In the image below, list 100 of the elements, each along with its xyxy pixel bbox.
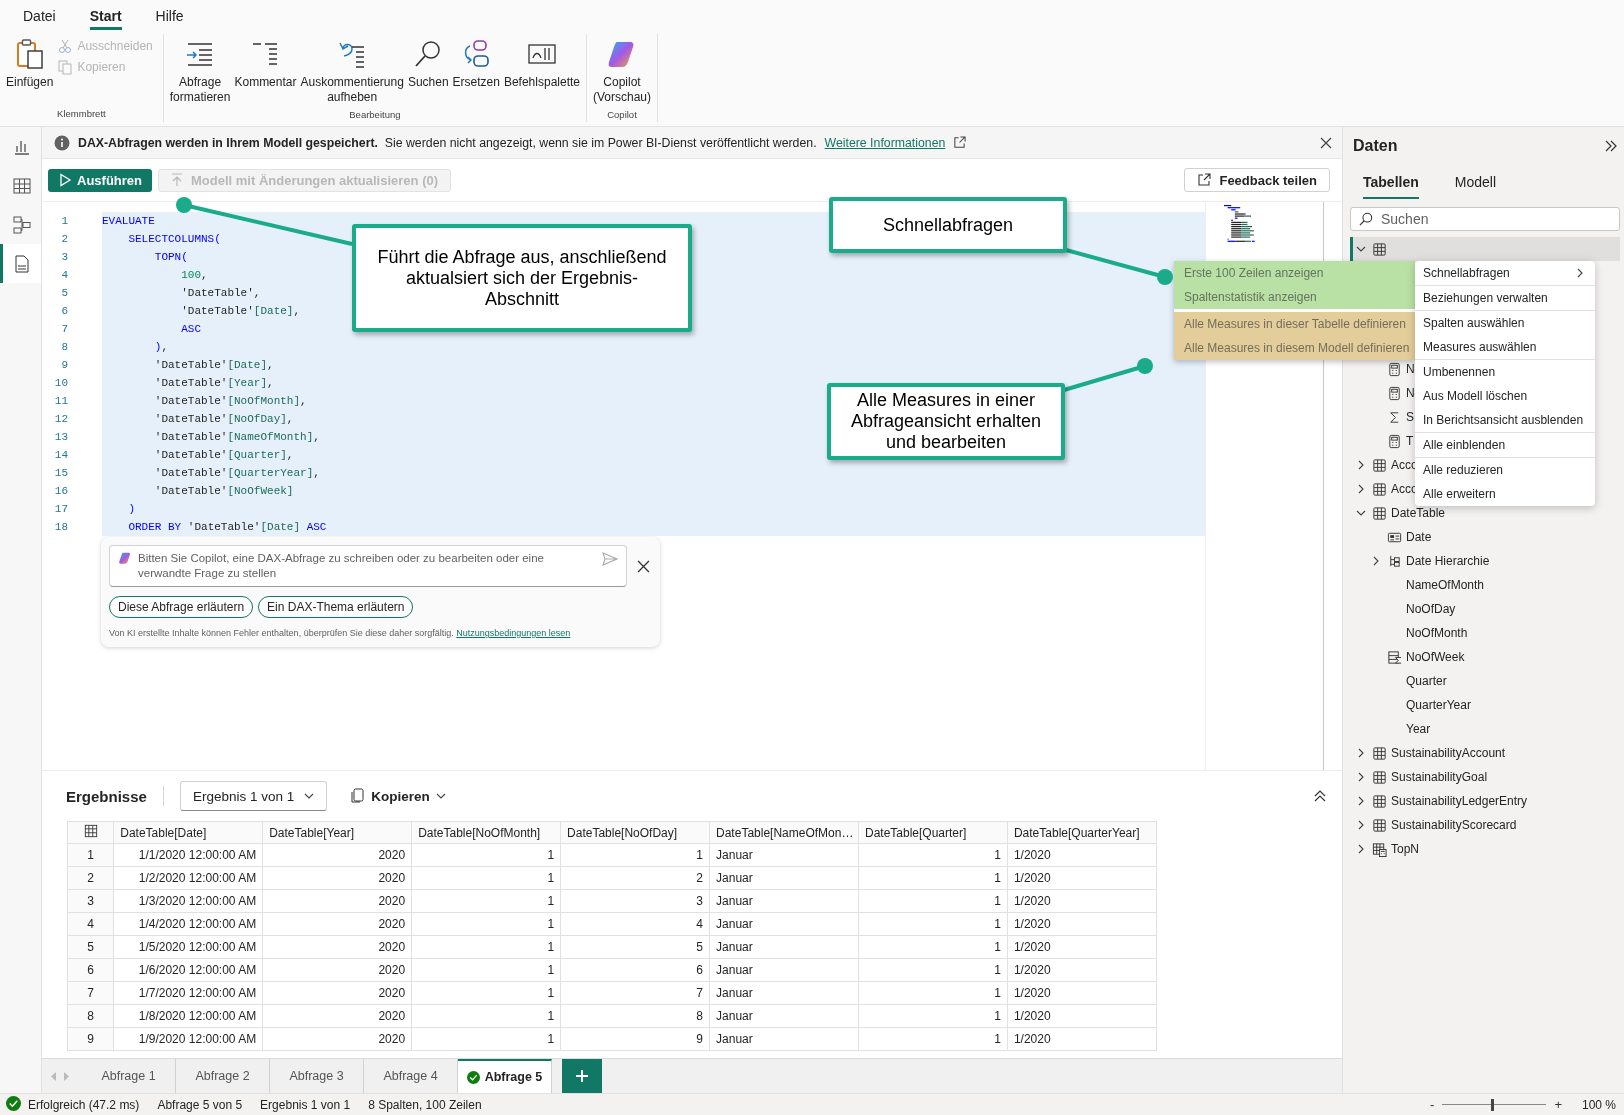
line-number: 14 <box>53 448 69 463</box>
row-number: 3 <box>67 889 114 913</box>
row-number: 2 <box>67 866 114 890</box>
status-text: Ergebnis 1 von 1 <box>260 1097 351 1112</box>
table-cell: 2020 <box>262 912 412 936</box>
table-cell: 1 <box>858 1004 1008 1028</box>
table-cell: 1/2/2020 12:00:00 AM <box>113 866 263 890</box>
table-cell: 1/5/2020 12:00:00 AM <box>113 935 263 959</box>
table-cell: 2020 <box>262 1027 412 1051</box>
line-number: 2 <box>60 232 69 247</box>
line-number: 5 <box>60 286 69 301</box>
line-number: 12 <box>53 412 69 427</box>
table-cell: 1/7/2020 12:00:00 AM <box>113 981 263 1005</box>
row-number: 7 <box>67 981 114 1005</box>
table-cell: 6 <box>560 958 710 982</box>
table-cell: 4 <box>560 912 710 936</box>
line-number: 18 <box>53 520 69 535</box>
table-cell: 1 <box>858 843 1008 867</box>
table-cell: 1 <box>858 866 1008 890</box>
status-text: 8 Spalten, 100 Zeilen <box>368 1097 482 1112</box>
line-number: 11 <box>53 394 69 409</box>
table-cell: Januar <box>709 912 859 936</box>
table-cell: 1 <box>411 912 561 936</box>
table-cell: 1 <box>858 958 1008 982</box>
table-cell: Januar <box>709 866 859 890</box>
line-number: 13 <box>53 430 69 445</box>
row-number: 1 <box>67 843 114 867</box>
table-cell: Januar <box>709 958 859 982</box>
table-cell: 1 <box>411 889 561 913</box>
table-cell: 3 <box>560 889 710 913</box>
row-number: 8 <box>67 1004 114 1028</box>
table-cell: 1 <box>560 843 710 867</box>
table-cell: 1 <box>411 935 561 959</box>
table-cell: Januar <box>709 935 859 959</box>
zoom-reading: 100 % <box>1581 1097 1616 1112</box>
row-number: 6 <box>67 958 114 982</box>
table-cell: 2020 <box>262 958 412 982</box>
line-number: 16 <box>53 484 69 499</box>
table-cell: Januar <box>709 889 859 913</box>
group-label: Klemmbrett <box>56 108 107 121</box>
row-number: 5 <box>67 935 114 959</box>
table-cell: 2 <box>560 866 710 890</box>
table-cell: 8 <box>560 1004 710 1028</box>
disclaimer-text: Von KI erstellte Inhalte können Fehler enthalten, überprüfen Sie diese daher sorgfältig. <box>109 628 455 638</box>
table-cell: 1/2020 <box>1007 912 1157 936</box>
table-cell: 1/2020 <box>1007 889 1157 913</box>
table-cell: 2020 <box>262 889 412 913</box>
line-number: 9 <box>60 358 69 373</box>
line-number: 3 <box>60 250 69 265</box>
line-number: 17 <box>53 502 69 517</box>
table-cell: Januar <box>709 1027 859 1051</box>
table-cell: 2020 <box>262 843 412 867</box>
group-label: Copilot <box>606 109 638 122</box>
table-cell: 1 <box>858 935 1008 959</box>
table-cell: 5 <box>560 935 710 959</box>
table-cell: 1 <box>411 981 561 1005</box>
table-cell: 1 <box>858 1027 1008 1051</box>
table-cell: 1 <box>411 958 561 982</box>
table-cell: 1/4/2020 12:00:00 AM <box>113 912 263 936</box>
table-cell: 2020 <box>262 1004 412 1028</box>
table-cell: Januar <box>709 981 859 1005</box>
line-number: 4 <box>60 268 69 283</box>
panel-title: Daten <box>1353 137 1398 155</box>
table-cell: Januar <box>709 843 859 867</box>
table-cell: 1/2020 <box>1007 866 1157 890</box>
table-cell: 1/2020 <box>1007 1004 1157 1028</box>
line-number: 15 <box>53 466 69 481</box>
table-cell: 1 <box>858 912 1008 936</box>
table-cell: 1 <box>858 889 1008 913</box>
line-number: 7 <box>60 322 69 337</box>
line-number: 8 <box>60 340 69 355</box>
table-cell: 9 <box>560 1027 710 1051</box>
table-cell: 1/2020 <box>1007 1027 1157 1051</box>
row-number: 9 <box>67 1027 114 1051</box>
table-cell: 1 <box>411 1004 561 1028</box>
table-cell: 1 <box>411 866 561 890</box>
status-text: Abfrage 5 von 5 <box>157 1097 243 1112</box>
info-message: DAX-Abfragen werden in Ihrem Modell gespeichert. Sie werden nicht angezeigt, wenn sie im Power BI-Dienst veröffentlicht werden. <box>78 135 817 150</box>
table-cell: 1/3/2020 12:00:00 AM <box>113 889 263 913</box>
table-cell: 1/2020 <box>1007 935 1157 959</box>
line-number: 10 <box>53 376 69 391</box>
table-cell: 7 <box>560 981 710 1005</box>
row-number: 4 <box>67 912 114 936</box>
status-text: Erfolgreich (47.2 ms) <box>28 1097 140 1112</box>
callout-box: Alle Measures in einer Abfrageansicht erhalten und bearbeiten <box>827 383 1065 460</box>
table-cell: 1/2020 <box>1007 843 1157 867</box>
table-cell: 1/2020 <box>1007 981 1157 1005</box>
table-cell: 1/1/2020 12:00:00 AM <box>113 843 263 867</box>
table-cell: 2020 <box>262 866 412 890</box>
table-cell: 1 <box>411 843 561 867</box>
results-title: Ergebnisse <box>66 787 147 805</box>
table-cell: 2020 <box>262 935 412 959</box>
line-number: 1 <box>60 214 69 229</box>
table-cell: 1/2020 <box>1007 958 1157 982</box>
callout-box: Führt die Abfrage aus, anschließend aktualsiert sich der Ergebnis-Abschnitt <box>352 224 692 332</box>
group-label: Bearbeitung <box>348 109 402 122</box>
table-cell: 2020 <box>262 981 412 1005</box>
table-cell: Januar <box>709 1004 859 1028</box>
line-number: 6 <box>60 304 69 319</box>
callout-box: Schnellabfragen <box>829 197 1067 253</box>
